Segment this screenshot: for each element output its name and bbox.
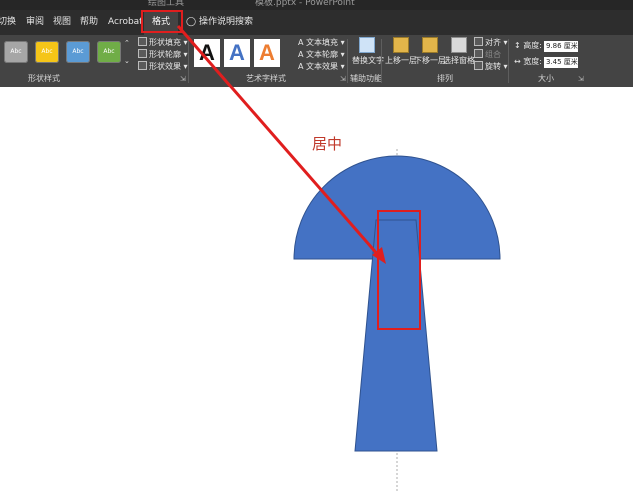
slide-caption: 居中	[312, 135, 343, 153]
annotation-arrow-line-upper	[176, 25, 234, 87]
slide-canvas[interactable]: 居中	[0, 87, 633, 491]
annotation-arrow-overlay	[176, 25, 234, 87]
